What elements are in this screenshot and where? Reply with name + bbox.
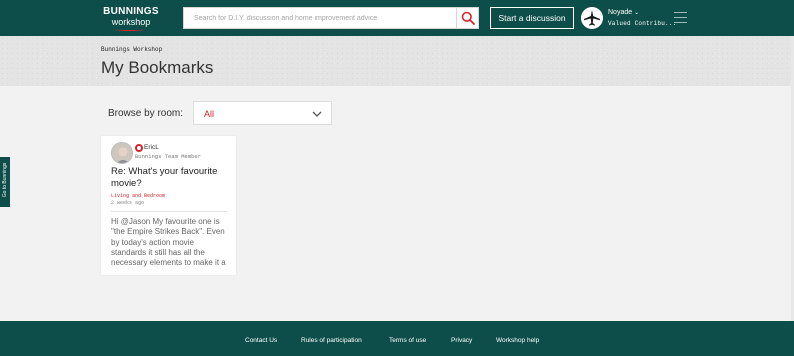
user-avatar[interactable]	[581, 7, 603, 29]
logo-brand-text: BUNNINGS	[103, 6, 159, 17]
menu-icon[interactable]	[674, 12, 687, 23]
post-room-tag[interactable]: Living and Bedroom	[111, 193, 165, 199]
footer-link-terms[interactable]: Terms of use	[389, 337, 426, 344]
footer-link-privacy[interactable]: Privacy	[451, 337, 472, 344]
search-button[interactable]	[456, 8, 478, 28]
user-rank: Valued Contribu...	[608, 20, 677, 27]
footer-link-contact-us[interactable]: Contact Us	[245, 337, 277, 344]
team-member-badge-icon	[135, 144, 143, 152]
logo-sub-text: workshop	[111, 17, 151, 27]
author-photo	[112, 143, 132, 163]
user-menu-toggle[interactable]: Noyade ⌄	[608, 9, 639, 16]
chevron-down-icon	[312, 111, 322, 117]
airplane-avatar-image	[581, 7, 603, 29]
go-to-bunnings-label: Go to Bunnings	[2, 162, 8, 198]
user-name: Noyade	[608, 9, 633, 16]
browse-by-room-label: Browse by room:	[108, 108, 184, 119]
page-banner: Bunnings Workshop My Bookmarks	[0, 36, 794, 86]
author-name[interactable]: EricL	[144, 144, 159, 151]
search-input[interactable]	[184, 8, 456, 28]
footer-link-rules[interactable]: Rules of participation	[301, 337, 362, 344]
post-excerpt: Hi @Jason My favourite one is "the Empir…	[111, 217, 226, 268]
top-navigation-bar: BUNNINGS workshop Start a discussion Noy…	[0, 0, 794, 36]
footer: Contact Us Rules of participation Terms …	[0, 321, 794, 356]
room-select-dropdown[interactable]: All	[193, 101, 332, 125]
room-select-value: All	[204, 109, 215, 119]
author-avatar[interactable]	[111, 142, 133, 164]
bunnings-workshop-logo[interactable]: BUNNINGS workshop	[103, 6, 159, 32]
bookmark-card[interactable]: EricL Bunnings Team Member Re: What's yo…	[101, 136, 236, 275]
post-title[interactable]: Re: What's your favourite movie?	[111, 166, 229, 189]
search-icon	[461, 11, 475, 25]
search-bar	[183, 7, 479, 29]
author-role: Bunnings Team Member	[135, 153, 202, 160]
start-discussion-button[interactable]: Start a discussion	[490, 7, 574, 29]
card-divider	[111, 211, 227, 212]
breadcrumb[interactable]: Bunnings Workshop	[101, 46, 162, 53]
go-to-bunnings-tab[interactable]: Go to Bunnings	[0, 157, 10, 207]
logo-swoosh	[115, 28, 145, 31]
page-title: My Bookmarks	[101, 58, 214, 77]
chevron-down-icon: ⌄	[634, 10, 640, 16]
post-timestamp: 2 weeks ago	[111, 200, 145, 206]
footer-link-workshop-help[interactable]: Workshop help	[496, 337, 539, 344]
